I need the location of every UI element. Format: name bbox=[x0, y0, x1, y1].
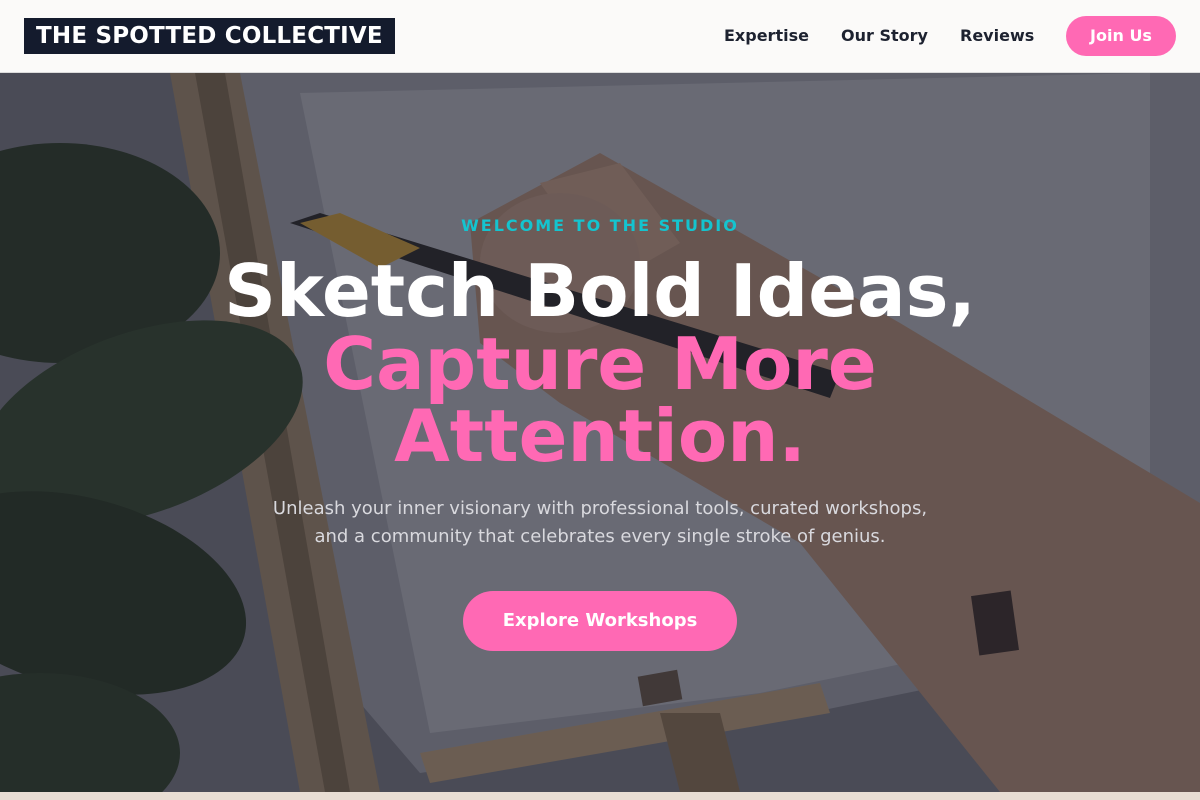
join-us-button[interactable]: Join Us bbox=[1066, 16, 1176, 56]
hero-subtext-line-1: Unleash your inner visionary with profes… bbox=[272, 498, 928, 519]
hero-headline-line-3: Attention. bbox=[394, 394, 806, 478]
section-divider bbox=[0, 792, 1200, 800]
hero-headline-line-1: Sketch Bold Ideas, bbox=[224, 249, 976, 333]
hero-eyebrow: WELCOME TO THE STUDIO bbox=[461, 216, 739, 235]
nav-link-expertise[interactable]: Expertise bbox=[724, 24, 809, 48]
site-header: THE SPOTTED COLLECTIVE Expertise Our Sto… bbox=[0, 0, 1200, 73]
hero-headline-line-2: Capture More bbox=[323, 322, 877, 406]
nav-link-our-story[interactable]: Our Story bbox=[841, 24, 928, 48]
nav-link-reviews[interactable]: Reviews bbox=[960, 24, 1034, 48]
brand-logo[interactable]: THE SPOTTED COLLECTIVE bbox=[24, 18, 395, 54]
hero-subtext-line-2: and a community that celebrates every si… bbox=[314, 526, 886, 547]
landing-page: THE SPOTTED COLLECTIVE Expertise Our Sto… bbox=[0, 0, 1200, 800]
explore-workshops-button[interactable]: Explore Workshops bbox=[463, 591, 737, 651]
